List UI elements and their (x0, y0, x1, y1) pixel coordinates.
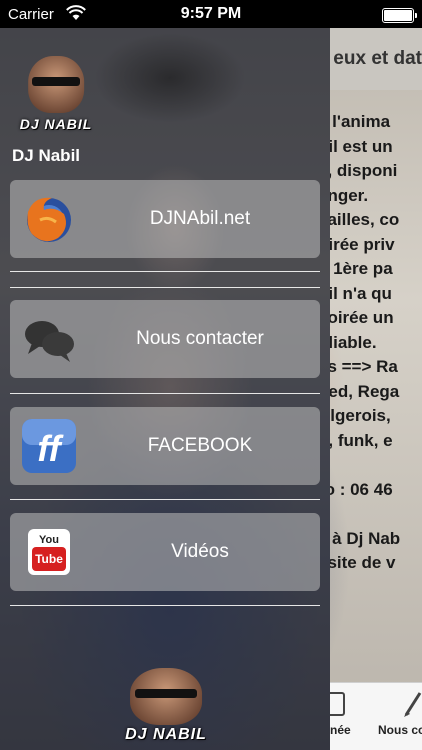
content-line: bil n'a qu (318, 283, 392, 303)
content-line: bliable. (318, 332, 377, 352)
user-name: DJ Nabil (12, 146, 81, 165)
content-line: soirée un (318, 308, 394, 327)
menu-item-label: FACEBOOK (147, 435, 253, 456)
svg-text:You: You (39, 534, 59, 546)
facebook-icon: ff (22, 419, 76, 473)
menu-item-label: DJNAbil.net (149, 208, 251, 229)
battery-fill (384, 10, 412, 21)
app-logo: DJ NABIL (8, 52, 104, 134)
youtube-icon: You Tube (28, 529, 70, 575)
content-line: ued, Rega (318, 381, 400, 401)
menu-item-facebook[interactable]: ff FACEBOOK (10, 407, 320, 485)
content-line: es ==> Ra (318, 357, 398, 376)
content-line: u 1ère pa (318, 259, 393, 278)
tab-item[interactable]: Nous co (378, 723, 422, 737)
content-line (318, 453, 422, 478)
svg-text:Tube: Tube (35, 552, 63, 566)
chat-bubbles-icon (25, 321, 74, 362)
app-logo-bottom: DJ NABIL (104, 664, 228, 746)
content-line: e à Dj Nab (318, 528, 401, 548)
divider (10, 271, 320, 272)
battery-icon (382, 8, 417, 23)
divider (10, 499, 320, 500)
content-text: s l'anima bil est un e, disponi anger. ç… (318, 110, 422, 576)
firefox-icon (27, 197, 71, 242)
content-line: oirée priv (318, 234, 395, 254)
content-line: bil est un (318, 136, 393, 156)
content-line: e, disponi (318, 161, 398, 180)
divider (10, 393, 320, 394)
status-bar: Carrier 9:57 PM (0, 0, 422, 28)
content-line: Algerois, (318, 406, 391, 425)
content-line (318, 502, 422, 527)
divider (10, 605, 320, 606)
content-line: s l'anima (318, 112, 391, 131)
side-menu: DJ NABIL DJ Nabil DJNAbil.net Nous conta… (0, 28, 330, 750)
content-line: b, funk, e (318, 430, 393, 450)
menu-item-label: Nous contacter (136, 328, 264, 349)
content-line: anger. (318, 185, 369, 205)
content-line: çailles, co (318, 210, 400, 229)
content-line: ssite de v (318, 553, 396, 572)
menu-item-contact[interactable]: Nous contacter (10, 300, 320, 378)
menu-item-website[interactable]: DJNAbil.net (10, 180, 320, 258)
svg-text:ff: ff (37, 428, 63, 469)
divider (10, 287, 320, 288)
pencil-icon (404, 692, 422, 717)
content-title: eux et dat (333, 48, 422, 69)
status-time: 9:57 PM (180, 5, 242, 22)
tab-item[interactable]: née (330, 723, 351, 737)
content-line: ro : 06 46 (318, 479, 393, 499)
menu-item-label: Vidéos (171, 541, 229, 562)
logo-text: DJ NABIL (19, 116, 93, 132)
menu-item-videos[interactable]: You Tube Vidéos (10, 513, 320, 591)
logo-text: DJ NABIL (125, 726, 207, 743)
